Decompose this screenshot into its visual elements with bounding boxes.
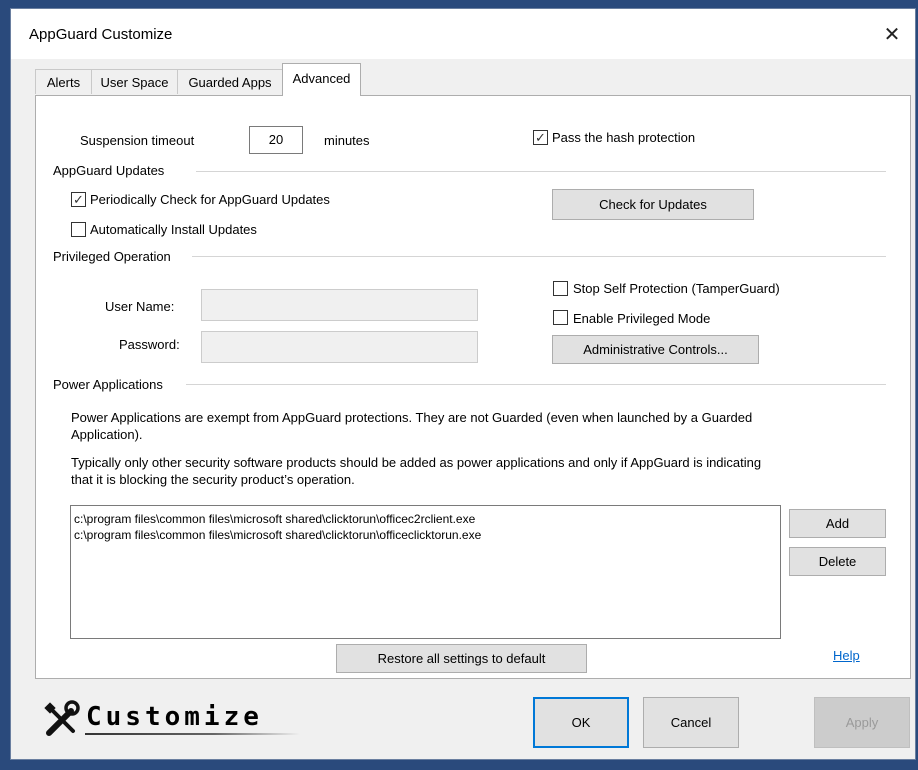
window-title: AppGuard Customize <box>29 26 173 43</box>
privileged-group-divider <box>192 256 886 257</box>
username-field[interactable] <box>201 289 478 321</box>
suspension-timeout-label: Suspension timeout <box>80 133 195 148</box>
pass-hash-label: Pass the hash protection <box>552 130 696 145</box>
auto-install-checkbox[interactable] <box>71 222 86 237</box>
updates-group-divider <box>196 171 886 172</box>
tab-advanced[interactable]: Advanced <box>282 63 361 96</box>
ok-button[interactable]: OK <box>533 697 629 748</box>
title-bar: AppGuard Customize ✕ <box>11 9 915 59</box>
administrative-controls-button[interactable]: Administrative Controls... <box>552 335 759 364</box>
privileged-mode-label: Enable Privileged Mode <box>573 311 711 326</box>
power-applications-list[interactable]: c:\program files\common files\microsoft … <box>70 505 781 639</box>
suspension-unit-label: minutes <box>324 133 370 148</box>
privileged-group-label: Privileged Operation <box>53 249 171 264</box>
delete-button[interactable]: Delete <box>789 547 886 576</box>
logo-underline <box>85 733 300 735</box>
customize-logo-text: Customize <box>86 702 263 732</box>
power-group-divider <box>186 384 886 385</box>
cancel-button[interactable]: Cancel <box>643 697 739 748</box>
checkmark-icon: ✓ <box>73 192 84 207</box>
periodic-check-label: Periodically Check for AppGuard Updates <box>90 192 330 207</box>
pass-hash-checkbox[interactable]: ✓ <box>533 130 548 145</box>
suspension-timeout-input[interactable]: 20 <box>249 126 303 154</box>
power-description-1: Power Applications are exempt from AppGu… <box>71 410 753 442</box>
add-button[interactable]: Add <box>789 509 886 538</box>
auto-install-label: Automatically Install Updates <box>90 222 257 237</box>
tab-guarded-apps[interactable]: Guarded Apps <box>177 69 283 94</box>
tab-alerts[interactable]: Alerts <box>35 69 92 94</box>
appguard-customize-dialog: AppGuard Customize ✕ Alerts User Space G… <box>10 8 916 760</box>
check-updates-button[interactable]: Check for Updates <box>552 189 754 220</box>
stop-self-protection-label: Stop Self Protection (TamperGuard) <box>573 281 780 296</box>
password-label: Password: <box>119 337 180 352</box>
apply-button[interactable]: Apply <box>814 697 910 748</box>
tab-user-space[interactable]: User Space <box>91 69 178 94</box>
checkmark-icon: ✓ <box>535 130 546 145</box>
close-icon: ✕ <box>883 23 901 46</box>
privileged-mode-checkbox[interactable] <box>553 310 568 325</box>
list-item[interactable]: c:\program files\common files\microsoft … <box>74 511 777 527</box>
list-item[interactable]: c:\program files\common files\microsoft … <box>74 527 777 543</box>
close-button[interactable]: ✕ <box>869 9 915 59</box>
help-link[interactable]: Help <box>833 648 860 663</box>
periodic-check-checkbox[interactable]: ✓ <box>71 192 86 207</box>
restore-defaults-button[interactable]: Restore all settings to default <box>336 644 587 673</box>
updates-group-label: AppGuard Updates <box>53 163 165 178</box>
username-label: User Name: <box>105 299 175 314</box>
tools-icon <box>44 700 80 736</box>
password-field[interactable] <box>201 331 478 363</box>
power-group-label: Power Applications <box>53 377 163 392</box>
stop-self-protection-checkbox[interactable] <box>553 281 568 296</box>
power-description-2: Typically only other security software p… <box>71 455 762 487</box>
